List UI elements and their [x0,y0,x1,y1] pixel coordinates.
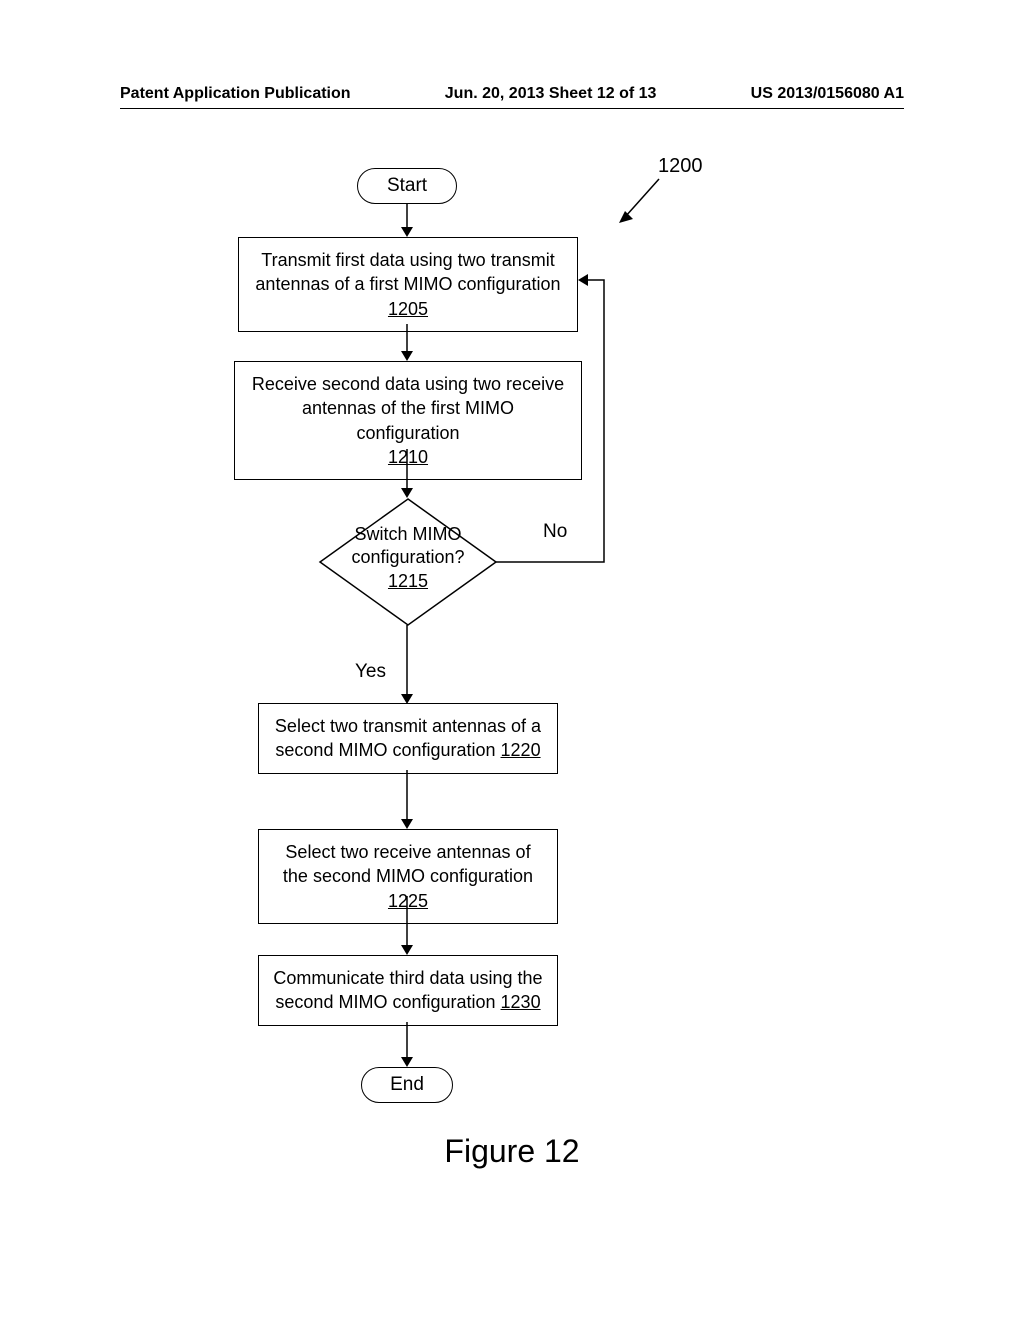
header-rule [120,108,904,109]
process-1205-ref: 1205 [388,299,428,319]
connector-no-loop [496,272,616,567]
figure-label: Figure 12 [0,1133,1024,1170]
process-1230-ref: 1230 [501,992,541,1012]
decision-1215-ref: 1215 [388,571,428,591]
decision-1215-line2: configuration? [351,547,464,567]
process-1225-text: Select two receive antennas of the secon… [283,842,533,886]
connector-start-1205 [400,204,414,238]
header-left: Patent Application Publication [120,85,351,103]
start-label: Start [387,175,427,197]
process-1220-ref: 1220 [501,740,541,760]
yes-label: Yes [355,661,386,683]
header-center: Jun. 20, 2013 Sheet 12 of 13 [445,85,657,103]
connector-1220-1225 [400,770,414,830]
decision-1215: Switch MIMO configuration? 1215 [318,497,498,627]
connector-1210-1215 [400,449,414,499]
process-1220: Select two transmit antennas of a second… [258,703,558,774]
ref-arrow-icon [615,175,665,225]
connector-1215-1220 [400,625,414,705]
header-right: US 2013/0156080 A1 [751,85,904,103]
connector-1230-end [400,1022,414,1068]
process-1230: Communicate third data using the second … [258,955,558,1026]
end-terminal: End [361,1067,453,1103]
decision-1215-line1: Switch MIMO [354,524,461,544]
patent-header: Patent Application Publication Jun. 20, … [120,85,904,103]
end-label: End [390,1074,424,1096]
connector-1225-1230 [400,896,414,956]
start-terminal: Start [357,168,457,204]
connector-1205-1210 [400,324,414,362]
